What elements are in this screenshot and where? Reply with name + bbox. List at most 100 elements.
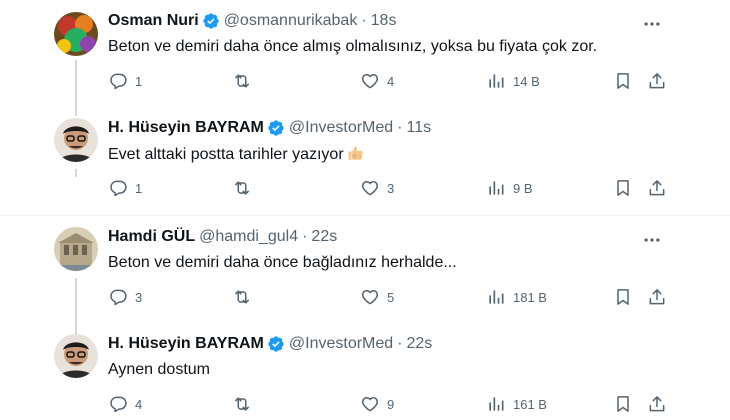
separator-dot: · bbox=[397, 119, 403, 136]
user-handle[interactable]: @osmannurikabak bbox=[224, 12, 358, 30]
tweet-header: Hamdi GÜL @hamdi_gul4 · 22s bbox=[108, 228, 337, 246]
like-icon bbox=[361, 181, 379, 196]
bookmark-button[interactable] bbox=[613, 287, 633, 307]
verified-icon bbox=[202, 12, 220, 30]
share-button[interactable] bbox=[647, 71, 667, 91]
like-button[interactable]: 3 bbox=[360, 178, 394, 198]
reply-button[interactable]: 1 bbox=[108, 71, 142, 91]
action-bar: 1 3 9 B bbox=[0, 178, 730, 200]
retweet-button[interactable] bbox=[232, 287, 252, 307]
verified-icon bbox=[267, 335, 285, 353]
bookmark-button[interactable] bbox=[613, 394, 633, 414]
like-count: 5 bbox=[387, 289, 395, 305]
tweet[interactable]: H. Hüseyin BAYRAM @InvestorMed · 22s Ayn… bbox=[0, 325, 730, 420]
timestamp[interactable]: 22s bbox=[311, 228, 337, 246]
tweet-header: Osman Nuri @osmannurikabak · 18s bbox=[108, 12, 396, 30]
display-name[interactable]: Hamdi GÜL bbox=[108, 228, 195, 246]
avatar[interactable] bbox=[54, 12, 98, 56]
reply-button[interactable]: 4 bbox=[108, 394, 142, 414]
like-button[interactable]: 4 bbox=[360, 71, 394, 91]
views-button[interactable]: 181 B bbox=[486, 287, 547, 307]
retweet-icon bbox=[235, 74, 249, 88]
views-button[interactable]: 161 B bbox=[486, 394, 547, 414]
share-button[interactable] bbox=[647, 394, 667, 414]
tweet[interactable]: Osman Nuri @osmannurikabak · 18s Beton v… bbox=[0, 0, 730, 106]
more-icon[interactable] bbox=[642, 230, 662, 250]
more-icon[interactable] bbox=[642, 14, 662, 34]
views-icon bbox=[489, 181, 504, 195]
tweet-text: Beton ve demiri daha önce almış olmalısı… bbox=[108, 38, 598, 55]
views-icon bbox=[489, 74, 504, 88]
display-name[interactable]: H. Hüseyin BAYRAM bbox=[108, 335, 264, 353]
tweet-header: H. Hüseyin BAYRAM @InvestorMed · 11s bbox=[108, 119, 431, 137]
share-icon bbox=[649, 180, 665, 196]
user-handle[interactable]: @hamdi_gul4 bbox=[199, 228, 298, 246]
reply-icon bbox=[110, 73, 127, 90]
tweet-header: H. Hüseyin BAYRAM @InvestorMed · 22s bbox=[108, 335, 432, 353]
separator-dot: · bbox=[397, 335, 403, 352]
share-icon bbox=[649, 396, 665, 412]
share-button[interactable] bbox=[647, 287, 667, 307]
bookmark-icon bbox=[617, 73, 629, 89]
reply-button[interactable]: 1 bbox=[108, 178, 142, 198]
like-count: 4 bbox=[387, 73, 395, 89]
display-name[interactable]: Osman Nuri bbox=[108, 12, 199, 30]
verified-icon bbox=[267, 119, 285, 137]
retweet-button[interactable] bbox=[232, 71, 252, 91]
retweet-icon bbox=[235, 181, 249, 195]
view-count: 181 B bbox=[513, 289, 547, 305]
tweet[interactable]: Hamdi GÜL @hamdi_gul4 · 22s Beton ve dem… bbox=[0, 216, 730, 324]
reply-count: 1 bbox=[135, 180, 143, 196]
separator-dot: · bbox=[302, 228, 308, 245]
views-icon bbox=[489, 397, 504, 411]
display-name[interactable]: H. Hüseyin BAYRAM bbox=[108, 119, 264, 137]
action-bar: 3 5 181 B bbox=[0, 287, 730, 309]
action-bar: 1 4 14 B bbox=[0, 71, 730, 93]
reply-icon bbox=[110, 180, 127, 197]
avatar[interactable] bbox=[54, 334, 98, 378]
user-handle[interactable]: @InvestorMed bbox=[289, 335, 393, 353]
views-icon bbox=[489, 290, 504, 304]
view-count: 161 B bbox=[513, 396, 547, 412]
retweet-button[interactable] bbox=[232, 178, 252, 198]
reply-count: 1 bbox=[135, 73, 143, 89]
avatar[interactable] bbox=[54, 227, 98, 271]
bookmark-icon bbox=[617, 180, 629, 196]
user-handle[interactable]: @InvestorMed bbox=[289, 119, 393, 137]
view-count: 14 B bbox=[513, 73, 540, 89]
timestamp[interactable]: 18s bbox=[371, 12, 397, 30]
bookmark-icon bbox=[617, 396, 629, 412]
like-count: 9 bbox=[387, 396, 395, 412]
reply-count: 4 bbox=[135, 396, 143, 412]
tweet-text: Evet alttaki postta tarihler yazıyor bbox=[108, 144, 365, 165]
avatar[interactable] bbox=[54, 118, 98, 162]
like-icon bbox=[361, 290, 379, 305]
reply-button[interactable]: 3 bbox=[108, 287, 142, 307]
like-button[interactable]: 5 bbox=[360, 287, 394, 307]
share-button[interactable] bbox=[647, 178, 667, 198]
reply-count: 3 bbox=[135, 289, 143, 305]
like-button[interactable]: 9 bbox=[360, 394, 394, 414]
action-bar: 4 9 161 B bbox=[0, 394, 730, 416]
tweet-text: Beton ve demiri daha önce bağladınız her… bbox=[108, 254, 457, 271]
views-button[interactable]: 14 B bbox=[486, 71, 540, 91]
like-icon bbox=[361, 397, 379, 412]
reply-icon bbox=[110, 289, 127, 306]
thumbs-up-emoji bbox=[347, 144, 365, 162]
views-button[interactable]: 9 B bbox=[486, 178, 533, 198]
bookmark-icon bbox=[617, 289, 629, 305]
share-icon bbox=[649, 289, 665, 305]
bookmark-button[interactable] bbox=[613, 71, 633, 91]
tweet-text: Aynen dostum bbox=[108, 361, 210, 378]
separator-dot: · bbox=[361, 12, 367, 29]
tweet[interactable]: H. Hüseyin BAYRAM @InvestorMed · 11s Eve… bbox=[0, 107, 730, 215]
tweet-text-content: Evet alttaki postta tarihler yazıyor bbox=[108, 146, 344, 163]
like-count: 3 bbox=[387, 180, 395, 196]
view-count: 9 B bbox=[513, 180, 533, 196]
retweet-button[interactable] bbox=[232, 394, 252, 414]
timestamp[interactable]: 11s bbox=[407, 119, 432, 137]
timestamp[interactable]: 22s bbox=[407, 335, 433, 353]
reply-icon bbox=[110, 396, 127, 413]
bookmark-button[interactable] bbox=[613, 178, 633, 198]
share-icon bbox=[649, 73, 665, 89]
